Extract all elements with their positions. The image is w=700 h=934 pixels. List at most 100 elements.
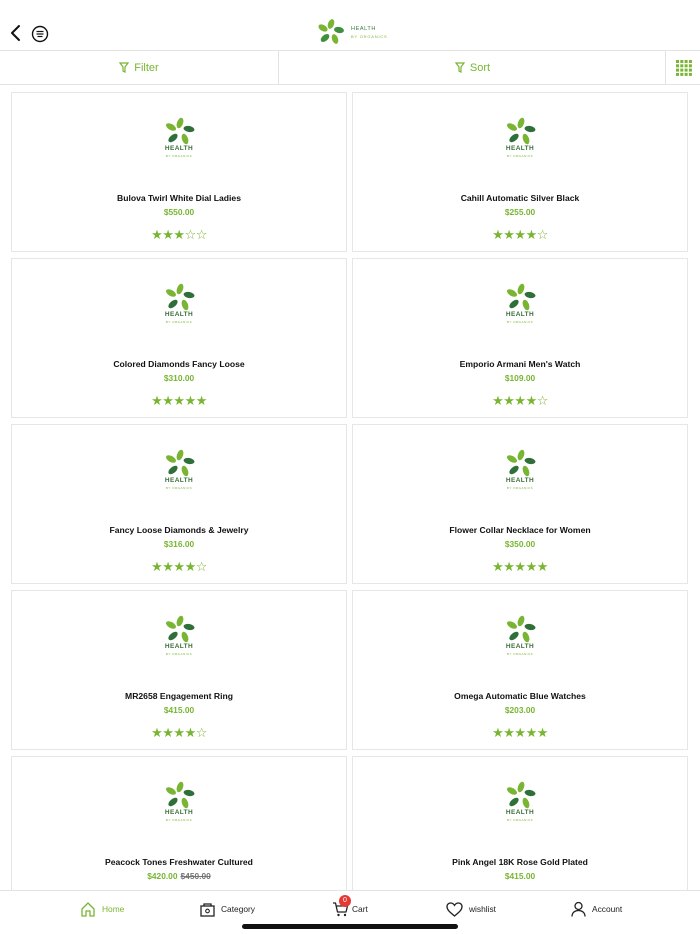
product-logo-label: HEALTH (164, 477, 194, 484)
product-price-current: $420.00 (147, 871, 178, 881)
nav-account-label: Account (592, 904, 623, 914)
product-logo-sublabel: BY ORGANICS (165, 818, 193, 822)
product-name: Emporio Armani Men's Watch (459, 359, 581, 369)
top-header: HEALTH BY ORGANICS (0, 0, 700, 51)
category-icon (200, 902, 215, 917)
product-logo-label: HEALTH (164, 643, 194, 650)
filter-label: Filter (134, 61, 159, 74)
star-filled-icon: ★ (151, 227, 163, 242)
star-filled-icon: ★ (151, 393, 163, 408)
star-filled-icon: ★ (503, 393, 515, 408)
star-filled-icon: ★ (525, 559, 538, 574)
product-card[interactable]: HEALTH BY ORGANICS Flower Collar Necklace … (352, 424, 688, 584)
star-filled-icon: ★ (514, 725, 526, 740)
product-rating: ★★★★★ (353, 726, 687, 740)
product-logo-sublabel: BY ORGANICS (506, 486, 534, 490)
product-name: Bulova Twirl White Dial Ladies (117, 193, 241, 203)
product-price: $350.00 (353, 539, 687, 549)
star-filled-icon: ★ (492, 227, 504, 242)
product-card[interactable]: HEALTH BY ORGANICS MR2658 Engagement Ring $… (11, 590, 347, 750)
account-icon (571, 901, 586, 917)
product-logo-sublabel: BY ORGANICS (506, 818, 534, 822)
star-filled-icon: ★ (184, 725, 197, 740)
product-rating: ★★★★☆ (353, 228, 687, 242)
home-icon (81, 902, 95, 917)
product-logo-label: HEALTH (505, 809, 535, 816)
product-logo-label: HEALTH (505, 145, 535, 152)
product-name: MR2658 Engagement Ring (125, 691, 233, 701)
star-filled-icon: ★ (514, 227, 526, 242)
product-price: $420.00 $450.00 (12, 871, 346, 881)
nav-account[interactable]: Account (571, 899, 622, 919)
product-rating: ★★★★★ (12, 394, 346, 408)
product-card[interactable]: HEALTH BY ORGANICS Cahill Automatic Silver… (352, 92, 688, 252)
filter-button[interactable]: Filter (0, 51, 279, 84)
product-logo-sublabel: BY ORGANICS (165, 652, 193, 656)
sort-button[interactable]: Sort (280, 51, 666, 84)
product-card[interactable]: HEALTH BY ORGANICS Peacock Tones Freshwate… (11, 756, 347, 890)
star-filled-icon: ★ (536, 725, 549, 740)
nav-category-label: Category (221, 904, 255, 914)
product-name: Pink Angel 18K Rose Gold Plated (452, 857, 588, 867)
nav-cart[interactable]: 0 Cart (332, 895, 368, 919)
nav-wishlist-label: wishlist (469, 904, 496, 914)
star-filled-icon: ★ (492, 393, 504, 408)
star-filled-icon: ★ (162, 393, 174, 408)
brand-logo-text: HEALTH BY ORGANICS (351, 26, 388, 39)
star-empty-icon: ☆ (195, 227, 208, 242)
star-filled-icon: ★ (184, 393, 197, 408)
sort-icon (454, 62, 465, 73)
grid-view-button[interactable] (667, 51, 700, 84)
product-price-current: $310.00 (163, 373, 195, 383)
star-filled-icon: ★ (525, 393, 538, 408)
product-rating: ★★★☆☆ (12, 228, 346, 242)
product-card[interactable]: HEALTH BY ORGANICS Bulova Twirl White Dial… (11, 92, 347, 252)
product-rating: ★★★★☆ (12, 560, 346, 574)
product-price-current: $109.00 (504, 373, 536, 383)
product-price-current: $350.00 (504, 539, 536, 549)
grid-view-icon (675, 59, 692, 76)
product-price-current: $415.00 (504, 871, 536, 881)
product-card[interactable]: HEALTH BY ORGANICS Omega Automatic Blue Wa… (352, 590, 688, 750)
cart-count-badge: 0 (339, 895, 351, 907)
menu-icon[interactable] (31, 25, 49, 43)
nav-wishlist[interactable]: wishlist (446, 899, 496, 919)
filter-icon (119, 62, 130, 73)
product-price: $415.00 (353, 871, 687, 881)
product-price: $109.00 (353, 373, 687, 383)
nav-home[interactable]: Home (80, 899, 124, 919)
product-card[interactable]: HEALTH BY ORGANICS Fancy Loose Diamonds & … (11, 424, 347, 584)
product-price: $310.00 (12, 373, 346, 383)
sort-label: Sort (469, 61, 491, 74)
product-logo-label: HEALTH (164, 311, 194, 318)
star-empty-icon: ☆ (195, 559, 208, 574)
star-filled-icon: ★ (184, 559, 197, 574)
product-card[interactable]: HEALTH BY ORGANICS Emporio Armani Men's Wa… (352, 258, 688, 418)
product-price-current: $203.00 (504, 705, 536, 715)
product-name: Cahill Automatic Silver Black (460, 193, 580, 203)
product-price-old: $450.00 (180, 871, 211, 881)
star-filled-icon: ★ (173, 559, 185, 574)
back-arrow-icon[interactable] (6, 22, 26, 44)
product-grid: HEALTH BY ORGANICS Bulova Twirl White Dial… (0, 85, 700, 890)
star-filled-icon: ★ (173, 725, 185, 740)
star-filled-icon: ★ (503, 725, 515, 740)
product-logo-label: HEALTH (164, 145, 194, 152)
brand-logo[interactable]: HEALTH BY ORGANICS (317, 18, 387, 48)
product-name: Fancy Loose Diamonds & Jewelry (109, 525, 249, 535)
nav-category[interactable]: Category (200, 899, 255, 919)
home-indicator (242, 924, 458, 929)
product-card[interactable]: HEALTH BY ORGANICS Colored Diamonds Fancy … (11, 258, 347, 418)
product-logo-label: HEALTH (164, 809, 194, 816)
product-price-current: $255.00 (504, 207, 536, 217)
star-filled-icon: ★ (162, 227, 174, 242)
star-filled-icon: ★ (525, 725, 538, 740)
product-rating: ★★★★☆ (353, 394, 687, 408)
product-card[interactable]: HEALTH BY ORGANICS Pink Angel 18K Rose Gol… (352, 756, 688, 890)
product-price: $203.00 (353, 705, 687, 715)
star-empty-icon: ☆ (536, 393, 549, 408)
heart-icon (446, 901, 463, 917)
star-filled-icon: ★ (536, 559, 549, 574)
product-price: $316.00 (12, 539, 346, 549)
star-filled-icon: ★ (162, 559, 174, 574)
